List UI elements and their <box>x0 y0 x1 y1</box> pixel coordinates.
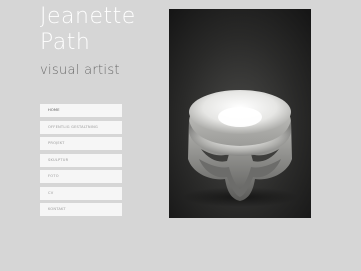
main-nav: home offentlig gestaltning projekt skulp… <box>40 104 122 220</box>
site-tagline: visual artist <box>40 63 120 78</box>
featured-artwork-image <box>169 9 311 218</box>
site-title-line-2: Path <box>40 30 91 55</box>
nav-item-projekt[interactable]: projekt <box>40 137 122 150</box>
site-title[interactable]: Jeanette Path <box>40 4 160 56</box>
nav-item-cv[interactable]: cv <box>40 186 122 200</box>
nav-item-skulptur[interactable]: skulptur <box>40 153 122 167</box>
nav-item-kontakt[interactable]: kontakt <box>40 203 122 216</box>
site-title-line-1: Jeanette <box>40 4 136 29</box>
nav-item-foto[interactable]: foto <box>40 170 122 183</box>
nav-item-offentlig-gestaltning[interactable]: offentlig gestaltning <box>40 120 122 134</box>
nav-item-home[interactable]: home <box>40 104 122 117</box>
